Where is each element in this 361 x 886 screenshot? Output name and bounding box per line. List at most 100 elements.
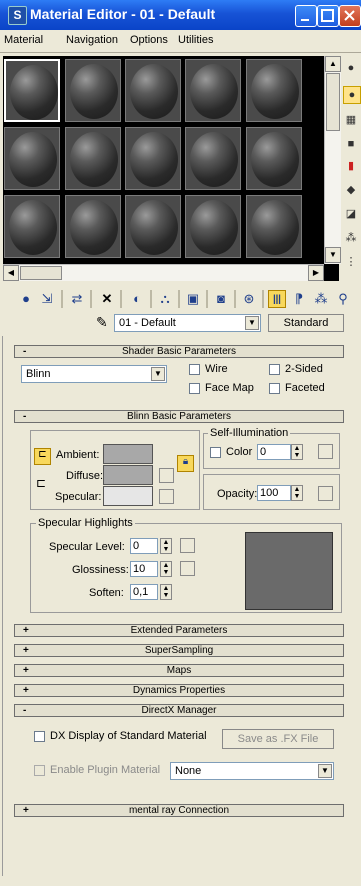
menu-material[interactable]: Material [4,34,43,46]
lock-ambient-diffuse-icon[interactable]: ⊏ [34,448,51,465]
sample-slot[interactable] [65,59,121,122]
go-forward-sibling-icon[interactable]: ⁋ [290,290,308,308]
slots-horizontal-scrollbar[interactable]: ◀ ▶ [3,264,324,281]
menu-utilities[interactable]: Utilities [178,34,213,46]
glossiness-input[interactable]: 10 [130,561,158,577]
material-type-button[interactable]: Standard [268,314,344,332]
rollout-blinn-basic[interactable]: - Blinn Basic Parameters [14,410,344,423]
scroll-up-button[interactable]: ▲ [325,56,341,72]
sample-slot[interactable] [4,59,60,122]
chevron-down-icon[interactable]: ▼ [318,764,332,778]
pick-material-icon[interactable]: ✎ [96,314,108,331]
two-sided-checkbox[interactable] [269,364,280,375]
maximize-button[interactable] [317,5,339,27]
specular-map-button[interactable] [159,489,174,504]
sample-slot[interactable] [125,127,181,190]
enable-plugin-checkbox[interactable] [34,765,45,776]
opacity-input[interactable]: 100 [257,485,291,501]
show-map-icon[interactable]: ◙ [212,290,230,308]
lock-icon[interactable]: 🔒︎ [177,455,194,472]
rollout-extended-parameters[interactable]: + Extended Parameters [14,624,344,637]
put-to-library-icon[interactable]: ⛬ [156,290,174,308]
close-button[interactable] [339,5,361,27]
make-preview-icon[interactable]: ◆ [343,182,359,198]
rollout-maps[interactable]: + Maps [14,664,344,677]
self-illum-map-button[interactable] [318,444,333,459]
face-map-checkbox[interactable] [189,383,200,394]
rollout-directx-manager[interactable]: - DirectX Manager [14,704,344,717]
sample-slot[interactable] [246,127,302,190]
chevron-down-icon[interactable]: ▼ [245,316,259,330]
wire-checkbox[interactable] [189,364,200,375]
rollout-mental-ray-connection[interactable]: + mental ray Connection [14,804,344,817]
sample-slot[interactable] [65,127,121,190]
lock-diffuse-specular-icon[interactable]: ⊏ [36,476,46,490]
ambient-color-swatch[interactable] [103,444,153,464]
sample-slot[interactable] [246,195,302,258]
shader-type-dropdown[interactable]: Blinn ▼ [21,365,167,383]
specular-color-swatch[interactable] [103,486,153,506]
3ds-max-icon[interactable]: S [8,6,27,25]
scroll-right-button[interactable]: ▶ [308,265,324,281]
background-icon[interactable]: ▦ [343,112,359,128]
chevron-down-icon[interactable]: ▼ [151,367,165,381]
make-unique-icon[interactable]: ◐ [128,290,146,308]
scroll-down-button[interactable]: ▼ [325,247,341,263]
menu-navigation[interactable]: Navigation [66,34,118,46]
reset-map-icon[interactable]: ✕ [98,290,116,308]
soften-input[interactable]: 0,1 [130,584,158,600]
specular-level-spinner[interactable]: ▲ ▼ [160,538,172,554]
self-illum-input[interactable]: 0 [257,444,291,460]
glossiness-map-button[interactable] [180,561,195,576]
material-effects-channel-icon[interactable]: ▣ [184,290,202,308]
scroll-thumb[interactable] [326,73,340,131]
slots-vertical-scrollbar[interactable]: ▲ ▼ [324,56,341,264]
menu-options[interactable]: Options [130,34,168,46]
sample-slot[interactable] [65,195,121,258]
scroll-thumb[interactable] [20,266,62,280]
rollout-shader-basic[interactable]: - Shader Basic Parameters [14,345,344,358]
video-color-check-icon[interactable]: ▮ [343,158,359,174]
opacity-spinner[interactable]: ▲ ▼ [291,485,303,501]
sample-slot[interactable] [185,127,241,190]
rollout-dynamics-properties[interactable]: + Dynamics Properties [14,684,344,697]
glossiness-spinner[interactable]: ▲ ▼ [160,561,172,577]
title-bar[interactable]: S Material Editor - 01 - Default [0,0,361,30]
sample-slot[interactable] [4,195,60,258]
go-to-parent-icon[interactable]: Ⅲ [268,290,286,308]
dx-display-checkbox[interactable] [34,731,45,742]
faceted-checkbox[interactable] [269,383,280,394]
sample-slot[interactable] [125,195,181,258]
material-navigator-icon[interactable]: ⋮ [343,254,359,270]
backlight-icon[interactable]: ● [343,86,361,104]
self-illum-spinner[interactable]: ▲ ▼ [291,444,303,460]
specular-level-map-button[interactable] [180,538,195,553]
get-material-icon[interactable]: ● [17,290,35,308]
assign-to-selection-icon[interactable]: ⇄ [68,290,86,308]
save-as-fx-button[interactable]: Save as .FX File [222,729,334,749]
soften-spinner[interactable]: ▲ ▼ [160,584,172,600]
sample-slot[interactable] [185,195,241,258]
minimize-button[interactable] [295,5,317,27]
sample-slot[interactable] [4,127,60,190]
sample-slot[interactable] [125,59,181,122]
sample-slot[interactable] [246,59,302,122]
sample-slot[interactable] [185,59,241,122]
diffuse-color-swatch[interactable] [103,465,153,485]
diffuse-map-button[interactable] [159,468,174,483]
apply-material-icon[interactable]: ⚲ [334,290,352,308]
specular-level-input[interactable]: 0 [130,538,158,554]
sample-type-icon[interactable]: ● [343,60,359,76]
plugin-material-dropdown[interactable]: None ▼ [170,762,334,780]
uv-tiling-icon[interactable]: ■ [343,136,359,152]
put-to-scene-icon[interactable]: ⇲ [38,290,56,308]
options-icon[interactable]: ◪ [343,206,359,222]
self-illum-color-checkbox[interactable] [210,447,221,458]
show-end-result-icon[interactable]: ⊛ [240,290,258,308]
material-name-dropdown[interactable]: 01 - Default ▼ [114,314,261,332]
pick-from-object-icon[interactable]: ⁂ [312,290,330,308]
opacity-map-button[interactable] [318,486,333,501]
scroll-left-button[interactable]: ◀ [3,265,19,281]
sample-select-icon[interactable]: ⁂ [343,230,359,246]
rollout-supersampling[interactable]: + SuperSampling [14,644,344,657]
